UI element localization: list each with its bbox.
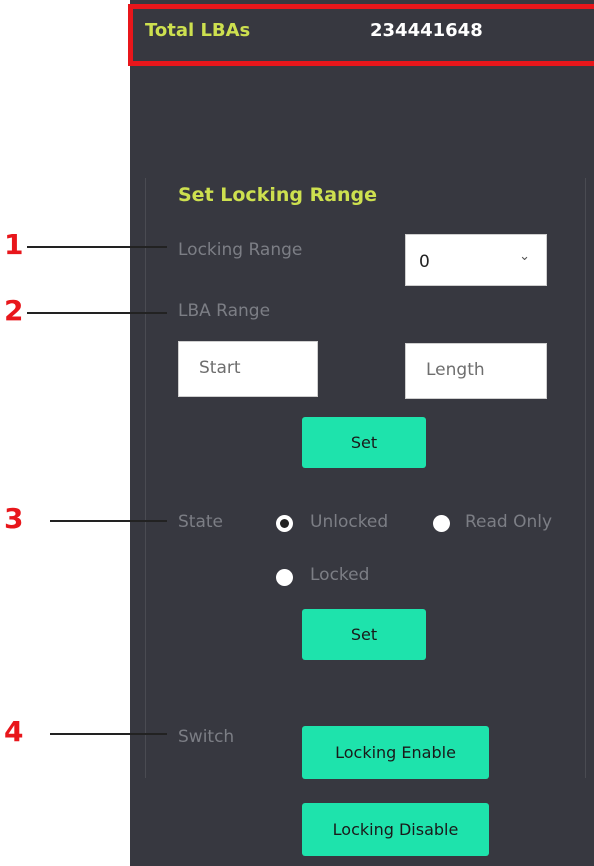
state-label: State — [178, 512, 223, 532]
callout-2: 2 — [4, 294, 24, 327]
callout-2-line — [27, 312, 167, 314]
callout-3-line — [50, 520, 167, 522]
section-divider-right — [585, 178, 586, 778]
callout-1: 1 — [4, 228, 24, 261]
locking-range-value: 0 — [419, 252, 430, 272]
callout-1-line — [27, 246, 167, 248]
section-title: Set Locking Range — [178, 184, 378, 206]
chevron-down-icon: ⌄ — [519, 249, 530, 264]
radio-unlocked[interactable] — [276, 515, 293, 532]
callout-4-line — [50, 733, 167, 735]
callout-3: 3 — [4, 502, 24, 535]
radio-locked[interactable] — [276, 569, 293, 586]
total-lbas-value: 234441648 — [370, 20, 483, 41]
section-divider-left — [145, 178, 146, 778]
locking-range-label: Locking Range — [178, 240, 303, 260]
total-lbas-label: Total LBAs — [145, 20, 251, 41]
length-input[interactable]: Length — [405, 343, 547, 399]
state-set-button[interactable]: Set — [302, 609, 426, 660]
lba-range-label: LBA Range — [178, 301, 271, 321]
callout-4: 4 — [4, 715, 24, 748]
locking-enable-button[interactable]: Locking Enable — [302, 726, 489, 779]
lba-range-set-button[interactable]: Set — [302, 417, 426, 468]
radio-locked-label: Locked — [310, 565, 370, 585]
radio-read-only[interactable] — [433, 515, 450, 532]
length-placeholder: Length — [426, 360, 485, 380]
start-placeholder: Start — [199, 358, 241, 378]
locking-disable-button[interactable]: Locking Disable — [302, 803, 489, 856]
start-input[interactable]: Start — [178, 341, 318, 397]
radio-read-only-label: Read Only — [465, 512, 553, 532]
locking-range-select[interactable]: 0 ⌄ — [405, 234, 547, 286]
switch-label: Switch — [178, 727, 235, 747]
radio-unlocked-label: Unlocked — [310, 512, 389, 532]
